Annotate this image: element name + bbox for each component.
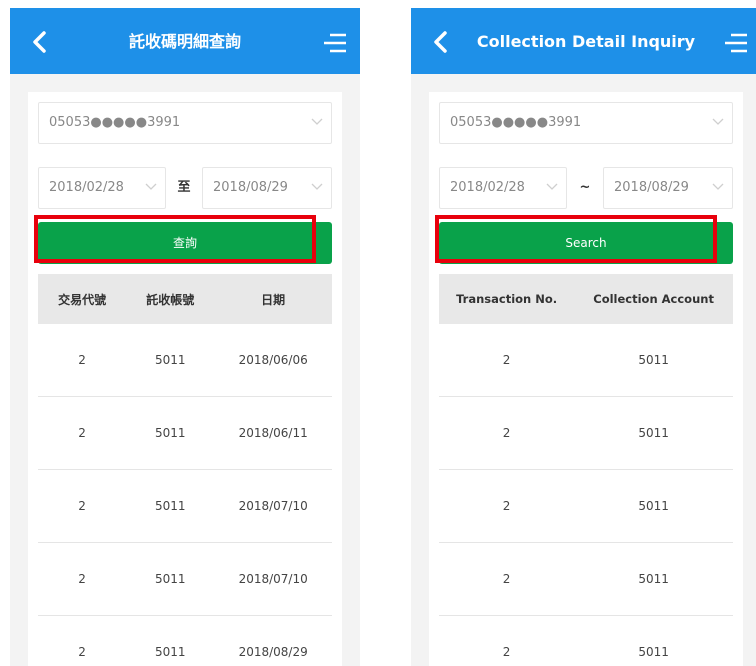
- table-row[interactable]: 2 5011 2018/06/06: [38, 324, 332, 397]
- back-arrow-icon[interactable]: [427, 28, 455, 56]
- end-date-value: 2018/08/29: [614, 180, 689, 195]
- inquiry-card: 05053●●●●●3991 2018/02/28 ~ 2018/08/29 S…: [429, 92, 743, 666]
- account-cell: 5011: [155, 499, 186, 513]
- table-row[interactable]: 2 5011 2018/06/11: [38, 397, 332, 470]
- app-header: 託收碼明細查詢: [10, 8, 360, 74]
- account-select[interactable]: 05053●●●●●3991: [38, 102, 332, 144]
- table-body: 2 5011 2018/06/06 2 5011 2018/06/11 2 50…: [38, 324, 332, 666]
- transaction-no-cell: 2: [78, 499, 86, 513]
- date-cell: 2018/06/11: [238, 426, 308, 440]
- account-cell: 5011: [155, 645, 186, 659]
- back-arrow-icon[interactable]: [26, 28, 54, 56]
- menu-icon[interactable]: [723, 30, 749, 56]
- table-row[interactable]: 2 5011 2018/07/10: [38, 470, 332, 543]
- search-button[interactable]: 查詢: [38, 222, 332, 264]
- start-date-value: 2018/02/28: [49, 180, 124, 195]
- account-value: 05053●●●●●3991: [49, 115, 181, 130]
- chevron-down-icon: [145, 183, 157, 190]
- transaction-no-cell: 2: [78, 426, 86, 440]
- transaction-no-cell: 2: [502, 572, 511, 586]
- account-cell: 5011: [155, 572, 186, 586]
- transaction-no-cell: 2: [78, 645, 86, 659]
- transaction-no-cell: 2: [502, 426, 511, 440]
- date-cell: 2018/07/10: [238, 572, 308, 586]
- chevron-down-icon: [311, 118, 323, 125]
- column-header: Transaction No.: [456, 292, 558, 306]
- table-header: Transaction No. Collection Account: [439, 274, 733, 324]
- table-header: 交易代號 託收帳號 日期: [38, 274, 332, 324]
- page-title: Collection Detail Inquiry: [476, 32, 696, 51]
- account-value: 05053●●●●●3991: [450, 115, 582, 130]
- account-cell: 5011: [638, 353, 669, 367]
- account-cell: 5011: [638, 499, 669, 513]
- table-row[interactable]: 2 5011 2018/08/29: [38, 616, 332, 666]
- start-date-value: 2018/02/28: [450, 180, 525, 195]
- transaction-no-cell: 2: [502, 499, 511, 513]
- chevron-down-icon: [712, 118, 724, 125]
- table-body: 2 5011 2 5011 2 5011 2 5011 2 5011: [439, 324, 733, 666]
- search-button[interactable]: Search: [439, 222, 733, 264]
- account-cell: 5011: [155, 426, 186, 440]
- menu-icon[interactable]: [322, 30, 348, 56]
- date-cell: 2018/07/10: [238, 499, 308, 513]
- start-date-select[interactable]: 2018/02/28: [38, 167, 166, 209]
- chevron-down-icon: [311, 183, 323, 190]
- column-header: 日期: [261, 292, 286, 307]
- account-cell: 5011: [638, 645, 669, 659]
- phone-screen-chinese: 託收碼明細查詢 05053●●●●●3991 2018/02/28 至 2018…: [10, 8, 360, 666]
- table-row[interactable]: 2 5011: [439, 470, 733, 543]
- date-range-separator: 至: [177, 180, 191, 195]
- column-header: 託收帳號: [146, 292, 195, 307]
- table-row[interactable]: 2 5011: [439, 616, 733, 666]
- page-title: 託收碼明細查詢: [128, 32, 241, 51]
- app-header: Collection Detail Inquiry: [411, 8, 756, 74]
- column-header: 交易代號: [58, 292, 107, 307]
- column-header: Collection Account: [593, 292, 714, 306]
- date-cell: 2018/08/29: [238, 645, 308, 659]
- table-row[interactable]: 2 5011: [439, 543, 733, 616]
- start-date-select[interactable]: 2018/02/28: [439, 167, 567, 209]
- end-date-value: 2018/08/29: [213, 180, 288, 195]
- transaction-no-cell: 2: [502, 645, 511, 659]
- inquiry-card: 05053●●●●●3991 2018/02/28 至 2018/08/29 查…: [28, 92, 342, 666]
- table-row[interactable]: 2 5011: [439, 324, 733, 397]
- end-date-select[interactable]: 2018/08/29: [603, 167, 733, 209]
- end-date-select[interactable]: 2018/08/29: [202, 167, 332, 209]
- transaction-no-cell: 2: [78, 353, 86, 367]
- account-select[interactable]: 05053●●●●●3991: [439, 102, 733, 144]
- table-row[interactable]: 2 5011: [439, 397, 733, 470]
- date-cell: 2018/06/06: [238, 353, 308, 367]
- account-cell: 5011: [155, 353, 186, 367]
- chevron-down-icon: [712, 183, 724, 190]
- phone-screen-english: Collection Detail Inquiry 05053●●●●●3991…: [411, 8, 756, 666]
- chevron-down-icon: [546, 183, 558, 190]
- transaction-no-cell: 2: [502, 353, 511, 367]
- date-range-separator: ~: [579, 180, 591, 195]
- transaction-no-cell: 2: [78, 572, 86, 586]
- table-row[interactable]: 2 5011 2018/07/10: [38, 543, 332, 616]
- account-cell: 5011: [638, 572, 669, 586]
- account-cell: 5011: [638, 426, 669, 440]
